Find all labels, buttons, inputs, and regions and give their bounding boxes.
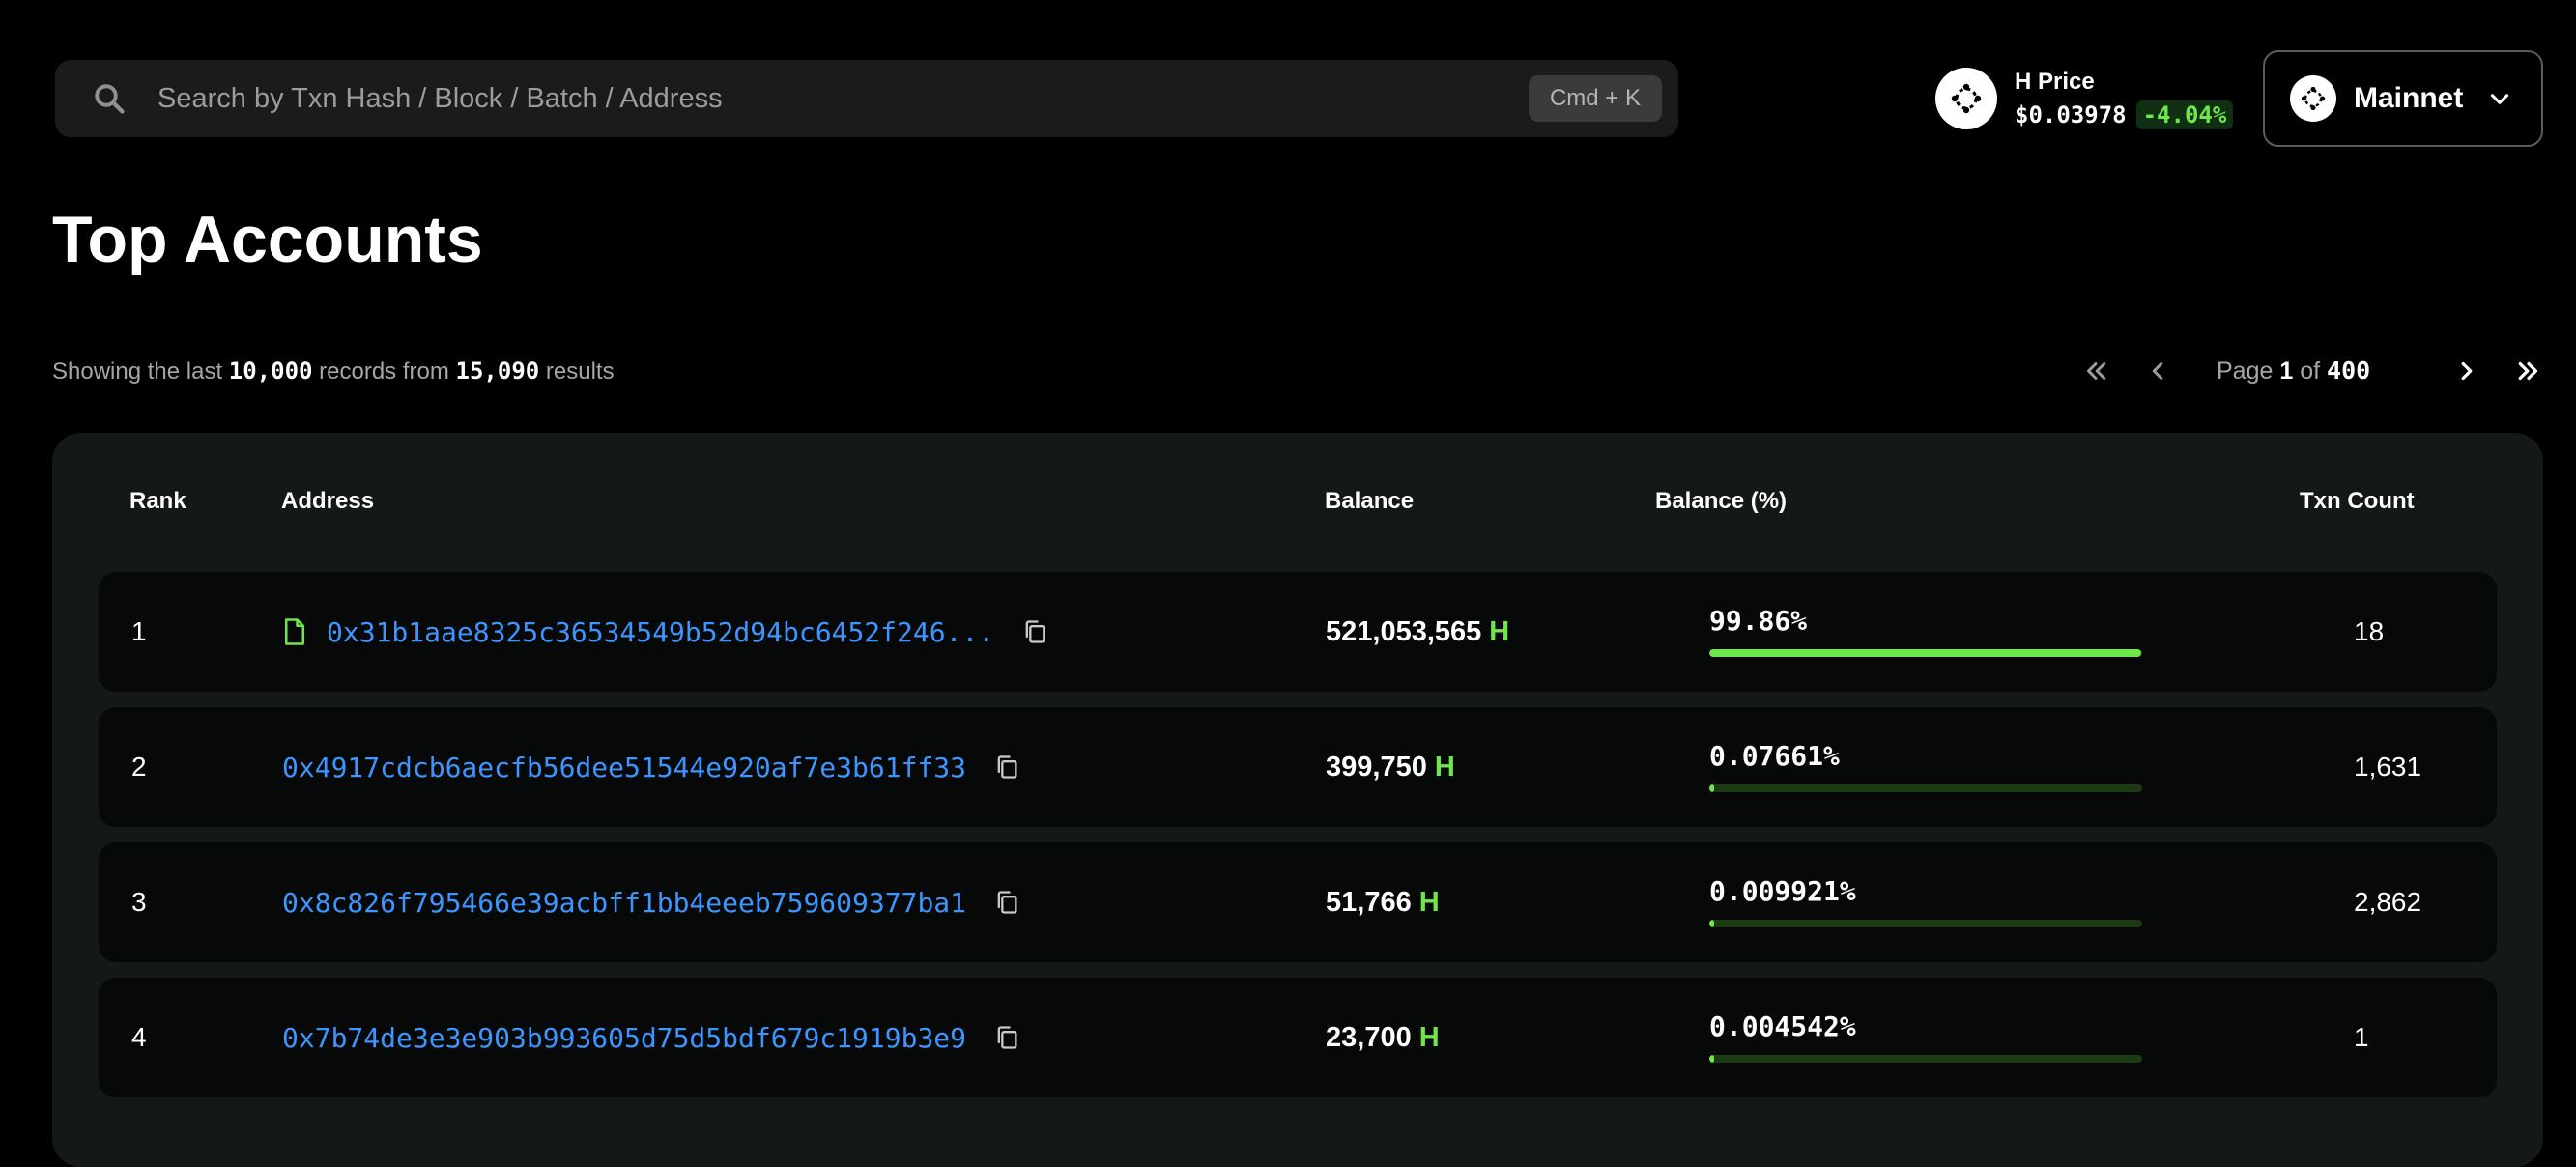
copy-icon[interactable] — [993, 754, 1020, 781]
search-shortcut-badge: Cmd + K — [1528, 75, 1662, 122]
balance-value: 399,750 — [1326, 751, 1427, 783]
accounts-table: Rank Address Balance Balance (%) Txn Cou… — [52, 433, 2543, 1167]
rank-cell: 1 — [131, 572, 147, 692]
txn-count-cell: 2,862 — [2354, 842, 2421, 962]
balance-unit: H — [1418, 1021, 1440, 1053]
document-icon — [282, 617, 307, 646]
chevron-right-icon — [2461, 361, 2473, 381]
balance-pct-fill — [1709, 784, 1714, 792]
rank-value: 2 — [131, 752, 147, 782]
chevron-left-icon — [2152, 362, 2163, 380]
balance-pct-fill — [1709, 920, 1714, 927]
search-input[interactable]: Search by Txn Hash / Block / Batch / Add… — [157, 83, 1529, 115]
col-rank: Rank — [129, 488, 186, 514]
col-balance: Balance — [1325, 488, 1415, 514]
balance-pct-value: 0.009921% — [1709, 875, 1856, 907]
network-name: Mainnet — [2354, 82, 2464, 114]
first-page-button[interactable] — [2078, 354, 2113, 388]
chevron-down-icon — [2487, 86, 2512, 111]
txn-count-cell: 1 — [2354, 978, 2369, 1097]
price-change-badge: -4.04% — [2135, 100, 2234, 129]
price-value: $0.03978 — [2015, 101, 2127, 128]
balance-unit: H — [1418, 886, 1440, 918]
copy-icon[interactable] — [1021, 618, 1048, 645]
balance-unit: H — [1434, 751, 1455, 783]
network-logo-icon — [2290, 75, 2336, 122]
results-count: 15,090 — [455, 357, 540, 384]
page-title: Top Accounts — [52, 203, 483, 276]
balance-value: 51,766 — [1326, 886, 1412, 918]
records-count: 10,000 — [228, 357, 313, 384]
price-label: H Price — [2015, 69, 2095, 95]
col-txn-count: Txn Count — [2300, 488, 2415, 514]
balance-pct-value: 0.07661% — [1709, 740, 1840, 772]
rank-value: 1 — [131, 616, 147, 646]
balance-pct-value: 99.86% — [1709, 605, 1808, 637]
balance-pct-cell: 0.009921% — [1709, 842, 2154, 962]
balance-value: 521,053,565 — [1326, 615, 1482, 647]
balance-pct-bar — [1709, 784, 2142, 792]
token-price: H Price $0.03978 -4.04% — [1935, 64, 2234, 133]
rank-cell: 3 — [131, 842, 147, 962]
balance-pct-cell: 0.004542% — [1709, 978, 2154, 1097]
search-icon — [92, 81, 127, 116]
balance-value: 23,700 — [1326, 1021, 1412, 1053]
balance-pct-fill — [1709, 1055, 1714, 1063]
address-cell: 0x4917cdcb6aecfb56dee51544e920af7e3b61ff… — [282, 707, 1020, 827]
table-row: 2 0x4917cdcb6aecfb56dee51544e920af7e3b61f… — [99, 707, 2497, 827]
prev-page-button[interactable] — [2140, 354, 2175, 388]
txn-count-cell: 18 — [2354, 572, 2384, 692]
next-page-button[interactable] — [2449, 354, 2484, 388]
balance-pct-cell: 0.07661% — [1709, 707, 2154, 827]
balance-pct-cell: 99.86% — [1709, 572, 2154, 692]
address-cell: 0x7b74de3e3e903b993605d75d5bdf679c1919b3… — [282, 978, 1020, 1097]
balance-pct-bar — [1709, 920, 2142, 927]
search-bar[interactable]: Search by Txn Hash / Block / Batch / Add… — [55, 60, 1678, 137]
network-selector[interactable]: Mainnet — [2263, 50, 2543, 147]
table-row: 4 0x7b74de3e3e903b993605d75d5bdf679c1919b… — [99, 978, 2497, 1097]
col-address: Address — [281, 488, 375, 514]
txn-count-cell: 1,631 — [2354, 707, 2421, 827]
rank-value: 3 — [131, 887, 147, 917]
address-link[interactable]: 0x31b1aae8325c36534549b52d94bc6452f246..… — [327, 616, 994, 648]
balance-unit: H — [1489, 615, 1510, 647]
last-page-button[interactable] — [2511, 354, 2546, 388]
balance-cell: 399,750 H — [1326, 707, 1455, 827]
token-logo-icon — [1935, 68, 1997, 129]
table-row: 3 0x8c826f795466e39acbff1bb4eeeb759609377… — [99, 842, 2497, 962]
rank-value: 4 — [131, 1022, 147, 1052]
copy-icon[interactable] — [993, 889, 1020, 916]
txn-count-value: 1,631 — [2354, 752, 2422, 782]
table-row: 1 0x31b1aae8325c36534549b52d94bc6452f246.… — [99, 572, 2497, 692]
balance-pct-bar — [1709, 1055, 2142, 1063]
balance-cell: 521,053,565 H — [1326, 572, 1509, 692]
balance-cell: 23,700 H — [1326, 978, 1440, 1097]
page-indicator: Page 1 of 400 — [2217, 356, 2371, 384]
balance-pct-value: 0.004542% — [1709, 1010, 1856, 1042]
rank-cell: 4 — [131, 978, 147, 1097]
address-link[interactable]: 0x7b74de3e3e903b993605d75d5bdf679c1919b3… — [282, 1022, 966, 1054]
txn-count-value: 18 — [2354, 616, 2385, 646]
col-balance-pct: Balance (%) — [1655, 488, 1788, 514]
table-header: Rank Address Balance Balance (%) Txn Cou… — [52, 433, 2543, 572]
address-cell: 0x8c826f795466e39acbff1bb4eeeb759609377b… — [282, 842, 1020, 962]
txn-count-value: 2,862 — [2354, 887, 2422, 917]
current-page: 1 — [2279, 357, 2294, 384]
balance-cell: 51,766 H — [1326, 842, 1440, 962]
double-chevron-left-icon — [2087, 362, 2106, 380]
rank-cell: 2 — [131, 707, 147, 827]
txn-count-value: 1 — [2354, 1022, 2369, 1052]
results-summary: Showing the last 10,000 records from 15,… — [52, 357, 615, 384]
pagination: Page 1 of 400 — [1900, 346, 2576, 396]
double-chevron-right-icon — [2518, 361, 2538, 381]
address-cell: 0x31b1aae8325c36534549b52d94bc6452f246..… — [282, 572, 1048, 692]
address-link[interactable]: 0x8c826f795466e39acbff1bb4eeeb759609377b… — [282, 887, 966, 919]
total-pages: 400 — [2327, 356, 2371, 384]
copy-icon[interactable] — [993, 1024, 1020, 1051]
balance-pct-fill — [1709, 649, 2142, 657]
balance-pct-bar — [1709, 649, 2142, 657]
address-link[interactable]: 0x4917cdcb6aecfb56dee51544e920af7e3b61ff… — [282, 752, 966, 783]
